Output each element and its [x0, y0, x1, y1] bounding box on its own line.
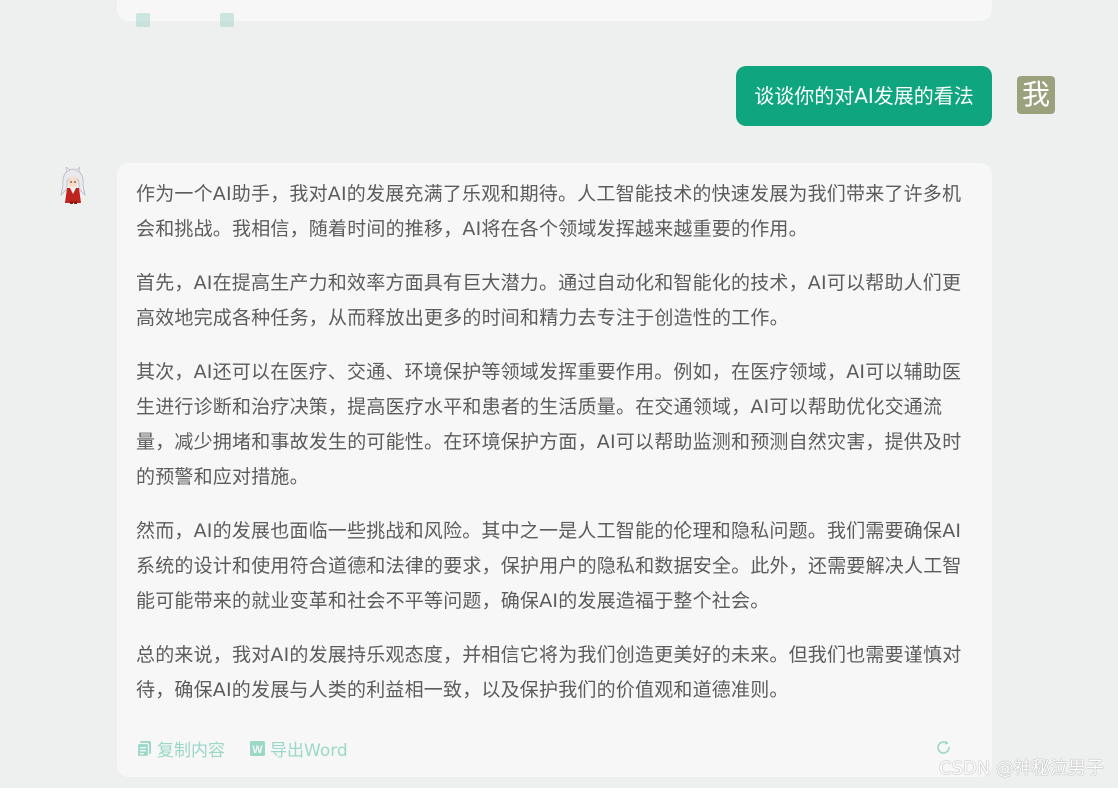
export-word-button[interactable]: W 导出Word — [249, 736, 348, 761]
assistant-paragraph: 作为一个AI助手，我对AI的发展充满了乐观和期待。人工智能技术的快速发展为我们带… — [136, 183, 962, 240]
copy-icon — [136, 740, 151, 757]
assistant-avatar — [58, 166, 88, 205]
export-word-label: 导出Word — [270, 740, 348, 761]
word-icon: W — [250, 740, 265, 756]
assistant-paragraph: 总的来说，我对AI的发展持乐观态度，并相信它将为我们创造更美好的未来。但我们也需… — [136, 644, 962, 701]
assistant-paragraph: 其次，AI还可以在医疗、交通、环境保护等领域发挥重要作用。例如，在医疗领域，AI… — [136, 361, 962, 488]
assistant-message-card: 作为一个AI助手，我对AI的发展充满了乐观和期待。人工智能技术的快速发展为我们带… — [117, 163, 992, 777]
previous-message-card — [117, 0, 992, 27]
copy-content-button[interactable]: 复制内容 — [136, 736, 225, 761]
previous-message-actions — [136, 13, 234, 27]
assistant-paragraph: 然而，AI的发展也面临一些挑战和风险。其中之一是人工智能的伦理和隐私问题。我们需… — [136, 520, 962, 612]
user-avatar: 我 — [1017, 76, 1055, 114]
message-actions: 复制内容 W 导出Word — [136, 736, 974, 761]
watermark: CSDN @神秘泣男子 — [938, 758, 1104, 779]
user-message-row: 谈谈你的对AI发展的看法 我 — [0, 66, 1118, 126]
copy-icon[interactable] — [136, 13, 150, 27]
anime-character-avatar-icon — [60, 166, 86, 204]
user-message-bubble: 谈谈你的对AI发展的看法 — [736, 66, 992, 126]
assistant-paragraph: 首先，AI在提高生产力和效率方面具有巨大潜力。通过自动化和智能化的技术，AI可以… — [136, 272, 962, 329]
svg-text:W: W — [252, 743, 263, 755]
word-icon[interactable] — [220, 13, 234, 27]
copy-content-label: 复制内容 — [157, 740, 225, 761]
